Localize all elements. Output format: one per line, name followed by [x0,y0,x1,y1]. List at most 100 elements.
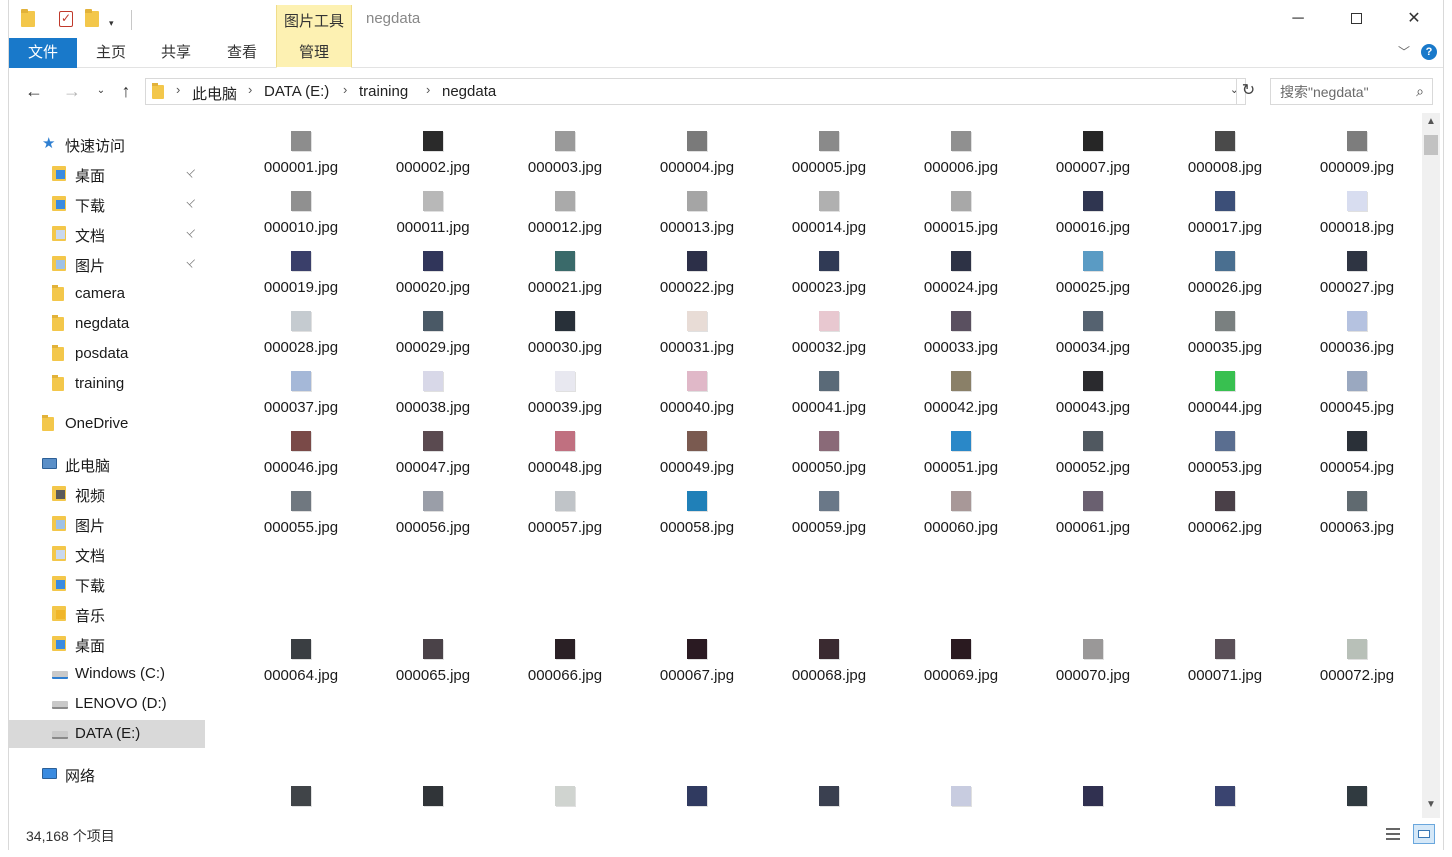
file-item-partial[interactable] [895,770,1027,818]
file-item[interactable]: 000047.jpg [367,415,499,476]
file-item[interactable]: 000051.jpg [895,415,1027,476]
breadcrumb-data-drive[interactable]: DATA (E:) [264,83,329,100]
file-item-partial[interactable] [1291,770,1422,818]
forward-button[interactable]: → [59,79,85,103]
nav-item-camera[interactable]: camera [9,280,205,308]
file-item[interactable]: 000070.jpg [1027,623,1159,684]
pin-icon[interactable]: ⊥ [184,195,200,210]
file-item[interactable]: 000023.jpg [763,235,895,296]
file-item[interactable]: 000054.jpg [1291,415,1422,476]
file-item[interactable]: 000019.jpg [235,235,367,296]
file-item[interactable]: 000043.jpg [1027,355,1159,416]
minimize-button[interactable]: ─ [1269,5,1327,35]
nav-item-桌面[interactable]: 桌面 [9,630,205,658]
file-item-partial[interactable] [631,770,763,818]
file-item[interactable]: 000071.jpg [1159,623,1291,684]
nav-item-下载[interactable]: 下载 [9,570,205,598]
file-item[interactable]: 000062.jpg [1159,475,1291,536]
file-item[interactable]: 000001.jpg [235,115,367,176]
file-item[interactable]: 000007.jpg [1027,115,1159,176]
nav-item-快速访问[interactable]: ★ 快速访问 [9,130,205,158]
file-item[interactable]: 000030.jpg [499,295,631,356]
file-item[interactable]: 000044.jpg [1159,355,1291,416]
pin-icon[interactable]: ⊥ [184,255,200,270]
file-item[interactable]: 000031.jpg [631,295,763,356]
breadcrumb-separator[interactable]: › [426,82,430,97]
tab-view[interactable]: 查看 [216,38,268,68]
customize-toolbar-dropdown[interactable]: ▾ [109,13,127,31]
file-item-partial[interactable] [235,770,367,818]
nav-item-音乐[interactable]: 音乐 [9,600,205,628]
file-item-partial[interactable] [1159,770,1291,818]
back-button[interactable]: ← [21,79,47,103]
file-item[interactable]: 000005.jpg [763,115,895,176]
properties-icon[interactable]: ✓ [59,11,77,29]
file-item[interactable]: 000033.jpg [895,295,1027,356]
file-item-partial[interactable] [1027,770,1159,818]
file-item[interactable]: 000029.jpg [367,295,499,356]
tab-manage[interactable]: 管理 [276,38,352,68]
file-item[interactable]: 000053.jpg [1159,415,1291,476]
file-item[interactable]: 000017.jpg [1159,175,1291,236]
file-item[interactable]: 000036.jpg [1291,295,1422,356]
file-item[interactable]: 000048.jpg [499,415,631,476]
nav-item-下载[interactable]: 下载 ⊥ [9,190,205,218]
nav-item-training[interactable]: training [9,370,205,398]
file-item[interactable]: 000011.jpg [367,175,499,236]
scroll-up-arrow[interactable]: ▲ [1422,116,1440,132]
file-item[interactable]: 000046.jpg [235,415,367,476]
tab-file[interactable]: 文件 [9,38,77,68]
nav-item-文档[interactable]: 文档 ⊥ [9,220,205,248]
search-icon[interactable]: ⌕ [1416,83,1424,100]
nav-item-lenovo-d-[interactable]: LENOVO (D:) [9,690,205,718]
maximize-button[interactable] [1327,5,1385,35]
tab-home[interactable]: 主页 [85,38,137,68]
file-item[interactable]: 000072.jpg [1291,623,1422,684]
nav-item-onedrive[interactable]: OneDrive [9,410,205,438]
file-item[interactable]: 000059.jpg [763,475,895,536]
nav-item-网络[interactable]: 网络 [9,760,205,788]
breadcrumb-training[interactable]: training [359,83,408,100]
nav-item-data-e-[interactable]: DATA (E:) [9,720,205,748]
breadcrumb-separator[interactable]: › [176,82,180,97]
file-item[interactable]: 000060.jpg [895,475,1027,536]
nav-item-negdata[interactable]: negdata [9,310,205,338]
file-item[interactable]: 000003.jpg [499,115,631,176]
breadcrumb-negdata[interactable]: negdata [442,83,496,100]
file-item[interactable]: 000067.jpg [631,623,763,684]
nav-item-图片[interactable]: 图片 ⊥ [9,250,205,278]
nav-item-windows-c-[interactable]: Windows (C:) [9,660,205,688]
file-item[interactable]: 000042.jpg [895,355,1027,416]
file-item-partial[interactable] [763,770,895,818]
nav-item-视频[interactable]: 视频 [9,480,205,508]
file-item[interactable]: 000034.jpg [1027,295,1159,356]
quick-access-folder-icon[interactable] [21,9,39,29]
nav-item-posdata[interactable]: posdata [9,340,205,368]
file-item[interactable]: 000014.jpg [763,175,895,236]
file-item[interactable]: 000016.jpg [1027,175,1159,236]
file-item[interactable]: 000013.jpg [631,175,763,236]
breadcrumb-separator[interactable]: › [343,82,347,97]
recent-locations-button[interactable]: ⌄ [91,79,111,103]
file-item[interactable]: 000061.jpg [1027,475,1159,536]
file-item[interactable]: 000055.jpg [235,475,367,536]
file-item[interactable]: 000012.jpg [499,175,631,236]
vertical-scrollbar[interactable]: ▲ ▼ [1422,113,1440,818]
file-item[interactable]: 000009.jpg [1291,115,1422,176]
file-item[interactable]: 000065.jpg [367,623,499,684]
file-item[interactable]: 000032.jpg [763,295,895,356]
file-item[interactable]: 000035.jpg [1159,295,1291,356]
scroll-thumb[interactable] [1424,135,1438,155]
file-item-partial[interactable] [499,770,631,818]
file-item[interactable]: 000018.jpg [1291,175,1422,236]
file-item[interactable]: 000026.jpg [1159,235,1291,296]
refresh-button[interactable]: ↻ [1236,79,1260,104]
file-item[interactable]: 000058.jpg [631,475,763,536]
file-item[interactable]: 000002.jpg [367,115,499,176]
expand-ribbon-icon[interactable]: ﹀ [1395,43,1413,61]
file-item[interactable]: 000004.jpg [631,115,763,176]
pin-icon[interactable]: ⊥ [184,165,200,180]
search-box[interactable]: ⌕ [1270,78,1433,105]
file-item[interactable]: 000045.jpg [1291,355,1422,416]
file-item[interactable]: 000041.jpg [763,355,895,416]
